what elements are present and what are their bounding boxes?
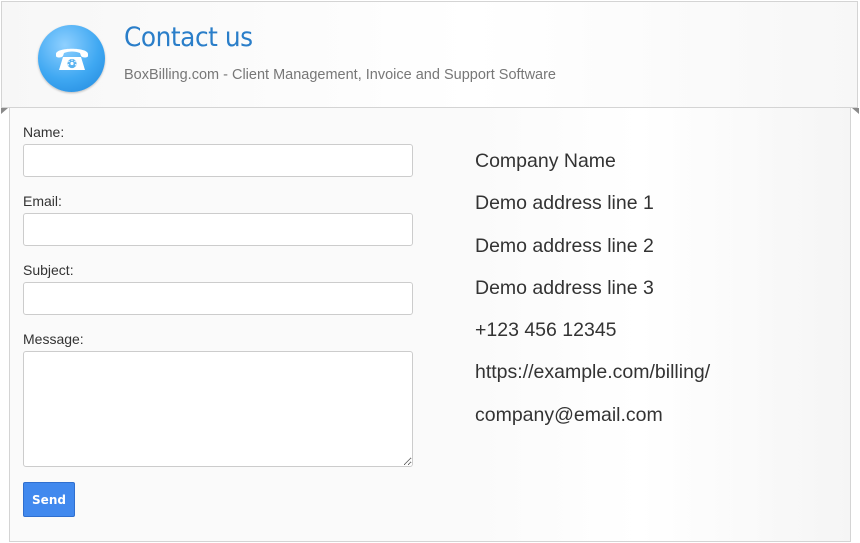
email-field[interactable] (23, 213, 413, 246)
page-header: Contact us BoxBilling.com - Client Manag… (1, 1, 858, 108)
telephone-icon (38, 25, 105, 92)
address-line-2: Demo address line 2 (475, 234, 654, 257)
subject-field[interactable] (23, 282, 413, 315)
page-title: Contact us (124, 22, 253, 53)
contact-form: Name: Email: Subject: Message: (23, 124, 415, 483)
contact-page: Contact us BoxBilling.com - Client Manag… (0, 0, 860, 543)
header-ribbon-fold-right (852, 108, 859, 114)
company-email: company@email.com (475, 403, 663, 426)
header-ribbon-fold-left (1, 108, 8, 114)
contact-panel: Name: Email: Subject: Message: Send Comp… (9, 108, 851, 542)
send-button[interactable]: Send (23, 482, 75, 517)
company-website: https://example.com/billing/ (475, 361, 711, 384)
address-line-3: Demo address line 3 (475, 276, 654, 299)
subject-label: Subject: (23, 262, 74, 278)
company-phone: +123 456 12345 (475, 319, 617, 342)
name-label: Name: (23, 124, 65, 140)
message-field[interactable] (23, 351, 413, 467)
email-label: Email: (23, 193, 62, 209)
address-line-1: Demo address line 1 (475, 192, 654, 215)
message-label: Message: (23, 331, 84, 347)
page-subtitle: BoxBilling.com - Client Management, Invo… (124, 67, 556, 83)
name-field[interactable] (23, 144, 413, 177)
company-contact-info: Company Name Demo address line 1 Demo ad… (475, 148, 710, 444)
company-name: Company Name (475, 150, 616, 172)
